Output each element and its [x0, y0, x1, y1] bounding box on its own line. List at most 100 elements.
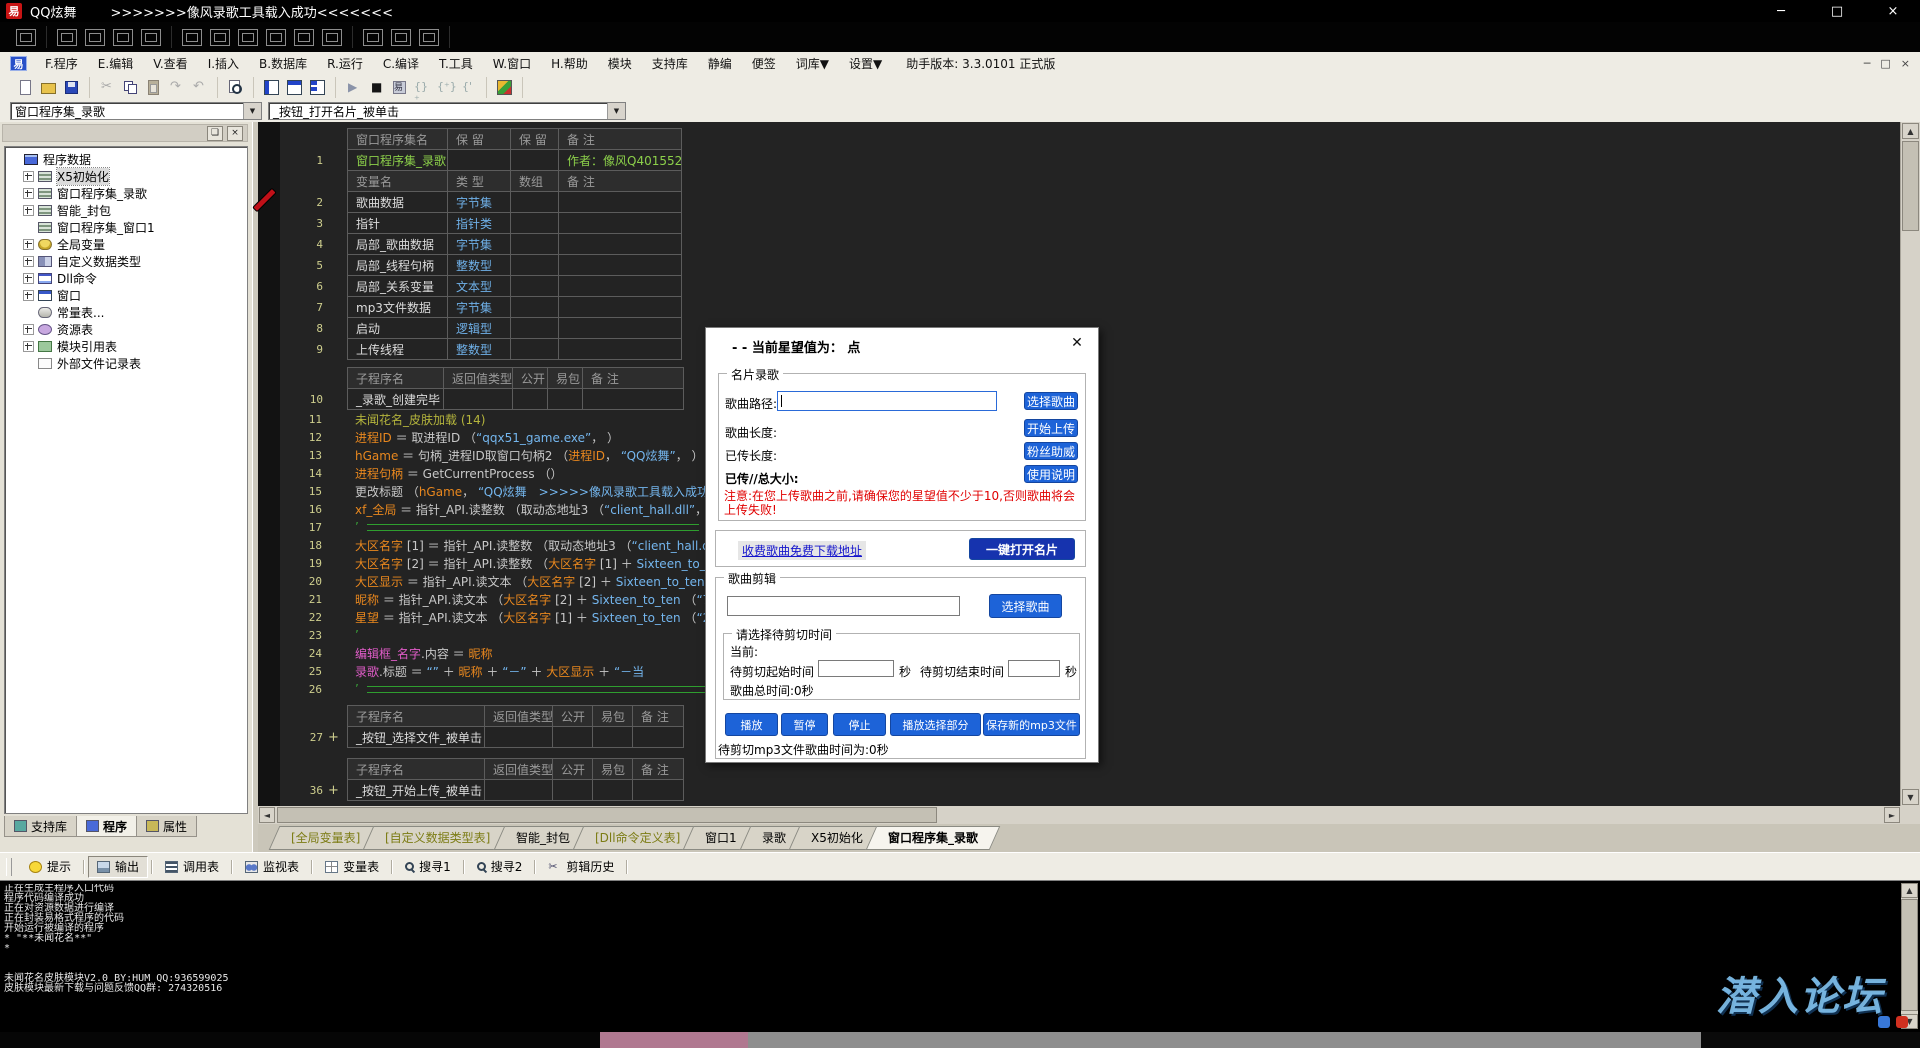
menu-item[interactable]: 支持库	[642, 55, 698, 72]
toolbar-icon[interactable]	[309, 79, 326, 96]
dialog-close-icon[interactable]: ✕	[1068, 334, 1086, 352]
subroutine-row[interactable]: 10 _录歌_创建完毕	[348, 389, 684, 410]
output-toolbar-button[interactable]: 输出	[88, 856, 148, 878]
scroll-up-icon[interactable]: ▲	[1901, 883, 1918, 898]
close-button[interactable]: ×	[1882, 4, 1904, 19]
window-align-icon[interactable]	[238, 29, 258, 46]
variable-row[interactable]: 5 局部_线程句柄 整数型	[348, 255, 682, 276]
pause-button[interactable]: 暂停	[781, 713, 828, 736]
window-align-icon[interactable]	[322, 29, 342, 46]
fold-expand-icon[interactable]: +	[328, 727, 339, 748]
window-align-icon[interactable]	[85, 29, 105, 46]
scroll-left-icon[interactable]: ◄	[259, 807, 275, 823]
expand-icon[interactable]	[23, 273, 34, 284]
tree-item[interactable]: 全局变量	[5, 236, 247, 253]
menu-item[interactable]: 便签	[742, 55, 786, 72]
output-toolbar-button[interactable]: 监视表	[236, 856, 308, 878]
tree-item[interactable]: 窗口程序集_窗口1	[5, 219, 247, 236]
toolbar-grip[interactable]	[6, 858, 12, 876]
tree-item[interactable]: Dll命令	[5, 270, 247, 287]
scrollbar-thumb[interactable]	[1901, 899, 1918, 1011]
editor-tab[interactable]: 窗口程序集_录歌	[865, 826, 1000, 850]
toolbar-icon[interactable]	[122, 79, 139, 96]
menu-item[interactable]: V.查看	[143, 55, 197, 72]
window-align-icon[interactable]	[113, 29, 133, 46]
output-scrollbar[interactable]: ▲ ▼	[1901, 883, 1918, 1029]
fold-expand-icon[interactable]: +	[328, 780, 339, 801]
output-toolbar-button[interactable]: 提示	[20, 856, 80, 878]
mdi-window-control[interactable]: ×	[1901, 57, 1910, 70]
subroutine-combo[interactable]: _按钮_打开名片_被单击 ▼	[268, 102, 626, 120]
menu-item[interactable]: W.窗口	[483, 55, 541, 72]
expand-icon[interactable]	[23, 290, 34, 301]
tree-item[interactable]: 窗口	[5, 287, 247, 304]
output-toolbar-button[interactable]: 搜寻1	[396, 856, 460, 878]
close-panel-icon[interactable]: ×	[227, 126, 243, 141]
panel-tab[interactable]: 属性	[136, 816, 197, 837]
panel-tab[interactable]: 支持库	[4, 816, 77, 837]
vertical-scrollbar[interactable]: ▲ ▼	[1900, 122, 1920, 806]
window-align-icon[interactable]	[363, 29, 383, 46]
tree-item[interactable]: 外部文件记录表	[5, 355, 247, 372]
window-align-icon[interactable]	[210, 29, 230, 46]
menu-item[interactable]: 静编	[698, 55, 742, 72]
menu-item[interactable]: T.工具	[429, 55, 483, 72]
toolbar-icon[interactable]	[145, 79, 162, 96]
toolbar-icon[interactable]	[63, 79, 80, 96]
variable-row[interactable]: 6 局部_关系变量 文本型	[348, 276, 682, 297]
menu-item[interactable]: H.帮助	[541, 55, 598, 72]
toolbar-icon[interactable]	[345, 79, 362, 96]
tree-item[interactable]: 智能_封包	[5, 202, 247, 219]
start-upload-button[interactable]: 开始上传	[1024, 419, 1078, 437]
output-toolbar-button[interactable]: 搜寻2	[468, 856, 532, 878]
play-button[interactable]: 播放	[725, 713, 778, 736]
toolbar-icon[interactable]	[168, 79, 185, 96]
window-align-icon[interactable]	[266, 29, 286, 46]
clip-start-input[interactable]	[818, 660, 894, 677]
expand-icon[interactable]	[23, 188, 34, 199]
clip-choose-song-button[interactable]: 选择歌曲	[989, 594, 1062, 618]
scroll-up-icon[interactable]: ▲	[1902, 123, 1919, 139]
menu-item[interactable]: 词库▼	[786, 55, 839, 72]
pin-panel-icon[interactable]: ❏	[207, 126, 223, 141]
toolbar-icon[interactable]	[191, 79, 208, 96]
scroll-down-icon[interactable]: ▼	[1902, 789, 1919, 805]
assembly-combo[interactable]: 窗口程序集_录歌 ▼	[10, 102, 262, 120]
subroutine-row[interactable]: 36 + _按钮_开始上传_被单击	[348, 780, 684, 801]
panel-tab[interactable]: 程序	[76, 816, 137, 837]
output-toolbar-button[interactable]: 剪辑历史	[539, 856, 623, 878]
output-toolbar-button[interactable]: 变量表	[316, 856, 388, 878]
menu-item[interactable]: 模块	[598, 55, 642, 72]
toolbar-icon[interactable]	[263, 79, 280, 96]
toolbar-icon[interactable]	[17, 79, 34, 96]
scroll-right-icon[interactable]: ►	[1884, 807, 1900, 823]
menu-item[interactable]: R.运行	[317, 55, 373, 72]
toolbar-icon[interactable]	[414, 79, 431, 96]
expand-icon[interactable]	[23, 205, 34, 216]
clip-song-input[interactable]	[727, 596, 960, 616]
song-path-input[interactable]	[777, 391, 997, 411]
variable-row[interactable]: 9 上传线程 整数型	[348, 339, 682, 360]
toolbar-icon[interactable]	[496, 79, 513, 96]
tree-item[interactable]: 资源表	[5, 321, 247, 338]
menu-item[interactable]: E.编辑	[88, 55, 143, 72]
variable-row[interactable]: 2 歌曲数据 字节集	[348, 192, 682, 213]
chevron-down-icon[interactable]: ▼	[607, 103, 625, 119]
chevron-down-icon[interactable]: ▼	[243, 103, 261, 119]
window-align-icon[interactable]	[141, 29, 161, 46]
choose-song-button[interactable]: 选择歌曲	[1024, 392, 1078, 410]
window-align-icon[interactable]	[182, 29, 202, 46]
variable-row[interactable]: 8 启动 逻辑型	[348, 318, 682, 339]
variable-row[interactable]: 3 指针 指针类	[348, 213, 682, 234]
mdi-window-control[interactable]: ─	[1864, 57, 1871, 70]
toolbar-icon[interactable]	[437, 79, 454, 96]
save-mp3-button[interactable]: 保存新的mp3文件	[983, 713, 1080, 736]
menu-item[interactable]: B.数据库	[249, 55, 317, 72]
expand-icon[interactable]	[23, 256, 34, 267]
tree-item[interactable]: 窗口程序集_录歌	[5, 185, 247, 202]
toolbar-icon[interactable]	[286, 79, 303, 96]
open-card-button[interactable]: 一键打开名片	[969, 538, 1075, 560]
free-download-link[interactable]: 收费歌曲免费下载地址	[738, 541, 866, 560]
toolbar-icon[interactable]	[368, 79, 385, 96]
expand-icon[interactable]	[23, 341, 34, 352]
